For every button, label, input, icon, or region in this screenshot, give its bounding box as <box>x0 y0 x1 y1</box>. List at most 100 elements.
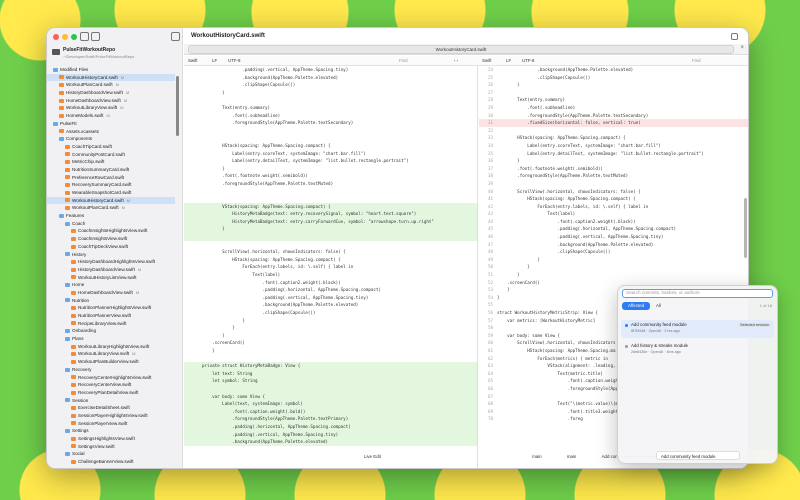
inspector-icon[interactable] <box>731 33 738 40</box>
tree-label: History <box>72 251 87 257</box>
tree-file[interactable]: MetricChip.swift <box>47 158 175 166</box>
swift-file-icon <box>71 236 76 241</box>
tree-folder[interactable]: Features <box>47 212 175 220</box>
tree-file[interactable]: NutritionPlannerHighlightsView.swift <box>47 304 175 312</box>
tree-file[interactable]: SettingsView.swift <box>47 443 175 451</box>
tree-folder[interactable]: Recovery <box>47 366 175 374</box>
tree-file[interactable]: SessionPlayerHighlightsView.swift <box>47 412 175 420</box>
tree-file[interactable]: WorkoutPlanCard.swift M <box>47 204 175 212</box>
sidebar-list-icon[interactable] <box>91 32 100 41</box>
right-language-select[interactable]: Swift <box>482 57 492 65</box>
tree-file[interactable]: HistoryDashboardView.swift M <box>47 89 175 97</box>
tree-file[interactable]: PreferenceRowCard.swift <box>47 174 175 182</box>
tree-file[interactable]: WorkoutLibraryView.swift M <box>47 104 175 112</box>
tree-label: WorkoutHistoryCard.swift <box>66 74 118 80</box>
tree-label: WorkoutPlanCard.swift <box>66 82 113 88</box>
tree-file[interactable]: RecoveryCenterView.swift <box>47 381 175 389</box>
left-eol-select[interactable]: LF <box>212 57 217 65</box>
tree-label: CoachInsightsView.swift <box>78 236 128 242</box>
branch-right[interactable]: main <box>567 454 577 459</box>
tree-file[interactable]: RecoveryCenterHighlightsView.swift <box>47 374 175 382</box>
left-language-select[interactable]: Swift <box>188 57 198 65</box>
tree-folder[interactable]: Coach <box>47 220 175 228</box>
left-encoding-select[interactable]: UTF-8 <box>228 57 240 65</box>
tree-folder[interactable]: Onboarding <box>47 327 175 335</box>
branch-left[interactable]: main <box>532 454 542 459</box>
swift-file-icon <box>71 459 76 464</box>
commit-meta: 2de8436e · OpenAI · 4hrs ago <box>631 350 681 354</box>
tree-file[interactable]: ChallengeBannerView.swift <box>47 458 175 466</box>
commit-item[interactable]: Add community feed module 8f7f4948 · Ope… <box>621 320 774 338</box>
tree-file[interactable]: CoachTipDeckView.swift <box>47 243 175 251</box>
tree-file[interactable]: NutritionPlannerView.swift <box>47 312 175 320</box>
tree-file[interactable]: SessionPlayerView.swift <box>47 420 175 428</box>
tree-file[interactable]: WorkoutHistoryCard.swift M <box>47 196 175 205</box>
tree-file[interactable]: HistoryDashboardView.swift M <box>47 266 175 274</box>
tree-file[interactable]: CoachInsightsHighlightsView.swift <box>47 227 175 235</box>
tree-label: Home <box>72 282 85 288</box>
sidebar-grid-icon[interactable] <box>80 32 89 41</box>
toggle-sidebar-icon[interactable] <box>171 32 180 41</box>
tree-file[interactable]: SettingsHighlightsView.swift <box>47 435 175 443</box>
tree-file[interactable]: WorkoutLibraryHighlightsView.swift <box>47 343 175 351</box>
line-number: 56 <box>487 310 493 315</box>
tree-folder[interactable]: Components <box>47 135 175 143</box>
tree-folder[interactable]: Home <box>47 281 175 289</box>
tree-section-header[interactable]: Modified Files <box>47 66 175 74</box>
tree-file[interactable]: HistoryDashboardHighlightsView.swift <box>47 258 175 266</box>
tree-folder[interactable]: Settings <box>47 427 175 435</box>
new-tab-button[interactable]: × <box>740 45 744 51</box>
tree-file[interactable]: Assets.xcassets <box>47 128 175 136</box>
nav-arrows-icon[interactable]: ‹ › <box>454 57 458 65</box>
tree-file[interactable]: HomeDashboardView.swift M <box>47 289 175 297</box>
tree-file[interactable]: CommunityPostCard.swift <box>47 151 175 159</box>
tree-folder[interactable]: Nutrition <box>47 297 175 305</box>
repo-header[interactable]: PulseFitWorkoutRepo ~/Developer/Swift/Pu… <box>50 47 180 63</box>
tree-file[interactable]: ExerciseDetailSheet.swift <box>47 404 175 412</box>
tree-file[interactable]: WorkoutPlanCard.swift M <box>47 81 175 89</box>
line-number: 33 <box>487 135 493 141</box>
line-number: 40 <box>487 188 493 194</box>
close-window-button[interactable] <box>53 34 59 40</box>
tree-folder[interactable]: Session <box>47 397 175 405</box>
tree-file[interactable]: HomeModels.swift M <box>47 112 175 120</box>
seg-all[interactable]: All <box>650 302 667 310</box>
code-line: 29 .font(.subheadline) <box>479 104 748 112</box>
tree-file[interactable]: RecoveryPlanDetailView.swift <box>47 389 175 397</box>
right-eol-select[interactable]: LF <box>506 57 511 65</box>
tree-file[interactable]: CoachTipCard.swift <box>47 143 175 151</box>
right-find-input[interactable]: Find <box>692 57 701 65</box>
selected-commit-button[interactable]: Add community feed module <box>656 451 740 460</box>
tree-folder[interactable]: Social <box>47 450 175 458</box>
tree-file[interactable]: WorkoutHistoryListView.swift <box>47 274 175 282</box>
tree-folder[interactable]: History <box>47 251 175 259</box>
minimize-window-button[interactable] <box>62 34 68 40</box>
tree-file[interactable]: WorkoutPlanBuilderView.swift <box>47 358 175 366</box>
tree-file[interactable]: WorkoutLibraryView.swift M <box>47 350 175 358</box>
tree-file[interactable]: RecipeLibraryView.swift <box>47 320 175 328</box>
code-text: .padding(.vertical, AppTheme.Spacing.tin… <box>202 67 349 72</box>
swift-file-icon <box>71 406 76 411</box>
tree-file[interactable]: CoachInsightsView.swift <box>47 235 175 243</box>
tree-file[interactable]: RecoverySummaryCard.swift <box>47 181 175 189</box>
line-number: 37 <box>487 165 493 171</box>
tree-file[interactable]: NutritionSummaryCard.swift <box>47 166 175 174</box>
left-code-pane[interactable]: .padding(.vertical, AppTheme.Spacing.tin… <box>184 66 478 468</box>
live-edit-toggle[interactable]: Live Edit <box>364 454 381 459</box>
right-encoding-select[interactable]: UTF-8 <box>522 57 534 65</box>
code-line: HStack(spacing: AppTheme.Spacing.compact… <box>184 142 477 150</box>
code-text: .clipShape(Capsule()) <box>202 310 316 315</box>
tree-folder[interactable]: Plans <box>47 335 175 343</box>
zoom-window-button[interactable] <box>71 34 77 40</box>
tree-file[interactable]: WorkoutHistoryCard.swift M <box>47 73 175 82</box>
right-scrollbar[interactable] <box>744 198 747 258</box>
left-find-input[interactable]: Find <box>399 57 408 65</box>
tree-file[interactable]: WearableSnapshotCard.swift <box>47 189 175 197</box>
sidebar-scrollbar[interactable] <box>176 76 179 136</box>
tab-workout-history-card[interactable]: WorkoutHistoryCard.swift <box>188 45 734 54</box>
tree-folder[interactable]: PulseFit <box>47 120 175 128</box>
tree-file[interactable]: HomeDashboardView.swift M <box>47 97 175 105</box>
commit-item[interactable]: Add history & streaks module 2de8436e · … <box>621 341 774 359</box>
commit-search-input[interactable]: Search commits, hashes, or authors <box>622 289 773 298</box>
seg-affected[interactable]: Affected <box>622 302 651 310</box>
